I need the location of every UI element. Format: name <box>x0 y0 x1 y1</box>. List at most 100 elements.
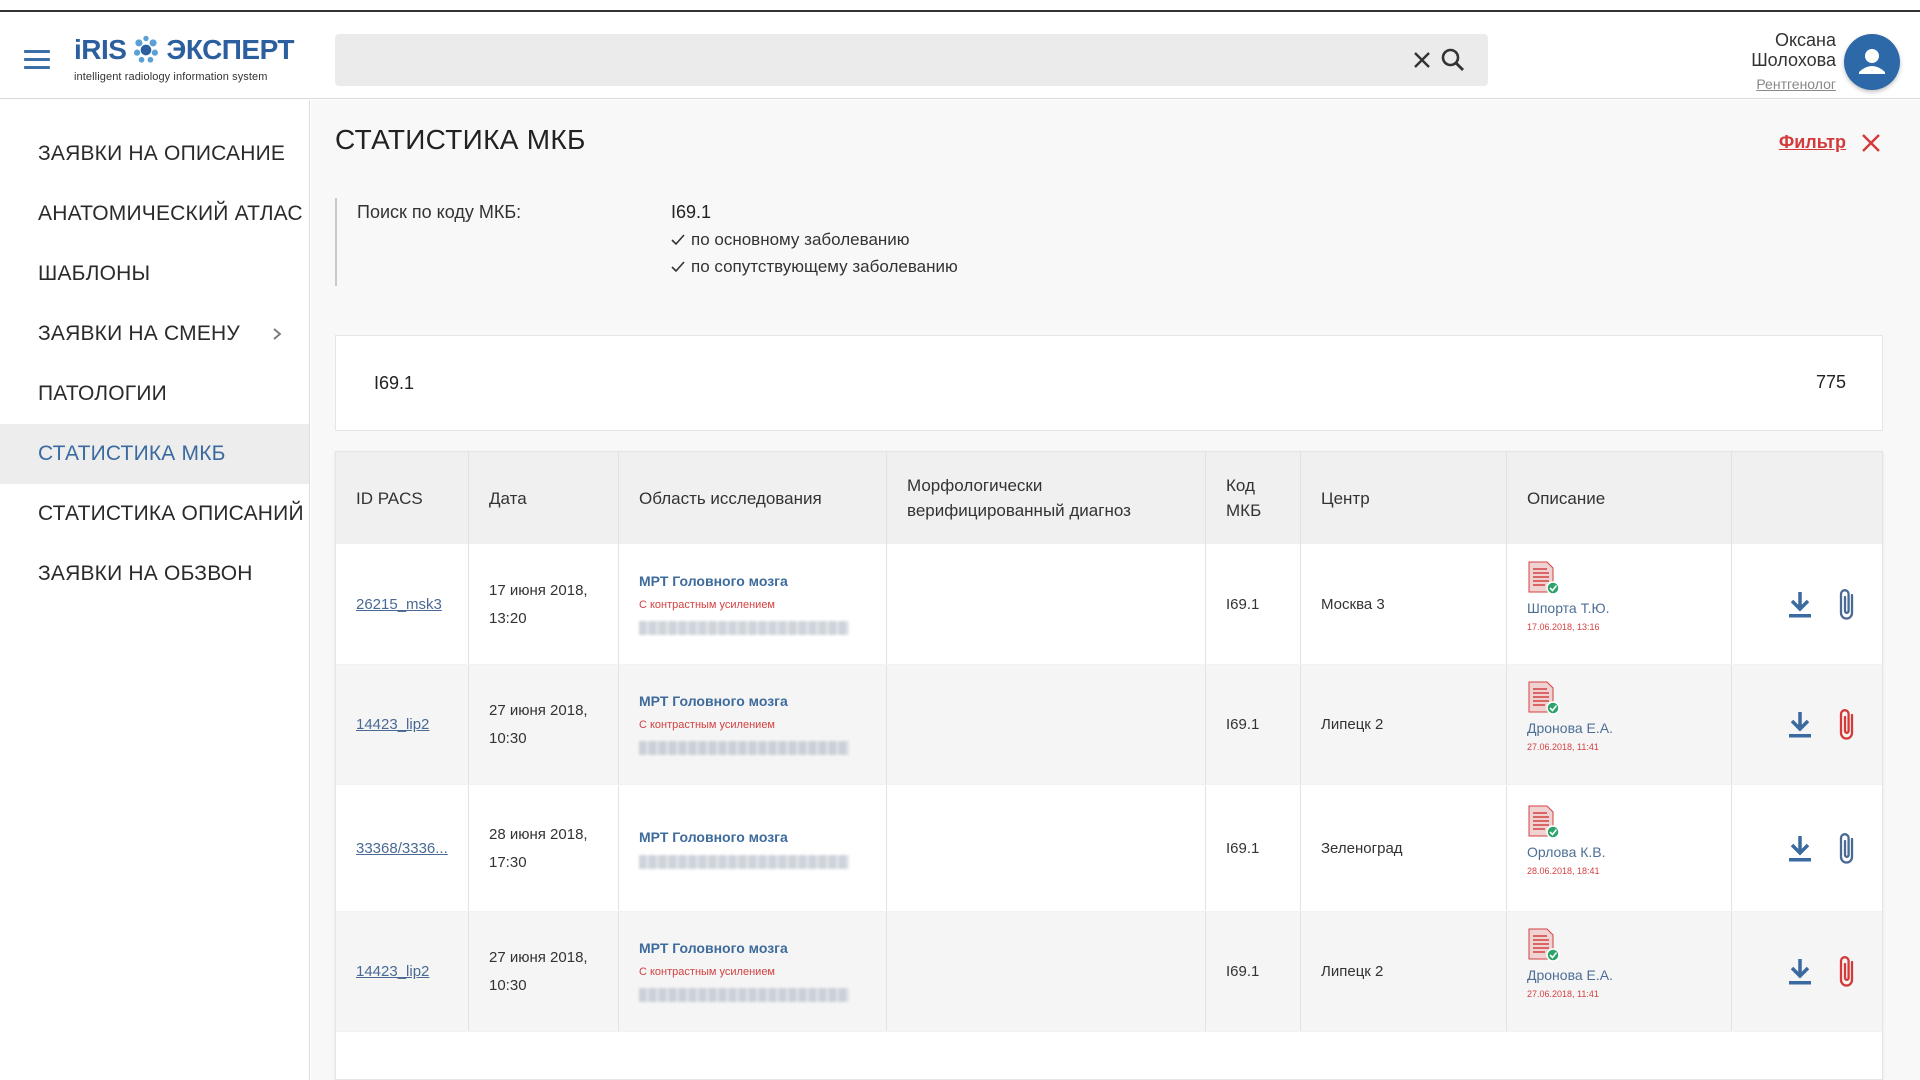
document-author: Дронова Е.А. <box>1527 720 1613 736</box>
document-icon[interactable] <box>1527 560 1560 595</box>
table-cell: 33368/3336... <box>336 785 469 911</box>
table-cell: МРТ Головного мозга С контрастным усилени… <box>619 912 887 1031</box>
criteria-option-label: по сопутствующему заболеванию <box>691 257 958 276</box>
document-icon[interactable] <box>1527 804 1560 839</box>
close-filter-icon[interactable] <box>1860 132 1882 154</box>
table-cell: 27 июня 2018, 10:30 <box>469 912 619 1031</box>
table-cell: 17 июня 2018, 13:20 <box>469 544 619 664</box>
col-center: Центр <box>1301 452 1507 544</box>
area-title[interactable]: МРТ Головного мозга <box>639 573 849 589</box>
document-icon[interactable] <box>1527 680 1560 715</box>
col-area: Область исследования <box>619 452 887 544</box>
table-cell: МРТ Головного мозга <box>619 785 887 911</box>
pacs-id-link[interactable]: 26215_msk3 <box>356 596 442 613</box>
description-cell: Шпорта Т.Ю. 17.06.2018, 13:16 <box>1527 560 1610 632</box>
center-cell: Липецк 2 <box>1321 716 1383 734</box>
sidebar-item-atlas[interactable]: АНАТОМИЧЕСКИЙ АТЛАС <box>0 184 309 244</box>
avatar[interactable] <box>1844 34 1900 90</box>
user-icon <box>1859 49 1885 74</box>
sidebar-item-label: СТАТИСТИКА МКБ <box>38 442 226 465</box>
area-title[interactable]: МРТ Головного мозга <box>639 829 849 845</box>
pacs-id-link[interactable]: 33368/3336... <box>356 840 448 857</box>
download-icon[interactable] <box>1786 957 1814 987</box>
pacs-id-cell: 14423_lip2 <box>356 963 429 981</box>
sidebar-item-label: ЗАЯВКИ НА ОПИСАНИЕ <box>38 142 286 165</box>
table-cell: Дронова Е.А. 27.06.2018, 11:41 <box>1507 912 1732 1031</box>
col-mkb: Код МКБ <box>1206 452 1301 544</box>
logo-subtitle: intelligent radiology information system <box>74 71 268 83</box>
criteria-option-label: по основному заболеванию <box>691 230 910 249</box>
download-icon[interactable] <box>1786 590 1814 620</box>
logo-iris-text: iRIS <box>74 34 127 65</box>
area-subtitle: С контрастным усилением <box>639 598 775 611</box>
search-bar <box>335 34 1488 86</box>
blurred-text <box>639 988 849 1002</box>
pacs-id-cell: 14423_lip2 <box>356 716 429 734</box>
table-row: 33368/3336... 28 июня 2018, 17:30 МРТ Голов… <box>336 785 1882 912</box>
menu-icon[interactable] <box>24 50 50 70</box>
sidebar-item-shift-requests[interactable]: ЗАЯВКИ НА СМЕНУ <box>0 304 309 364</box>
table-cell <box>887 912 1206 1031</box>
table-cell: МРТ Головного мозга С контрастным усилени… <box>619 544 887 664</box>
center-cell: Москва 3 <box>1321 596 1385 614</box>
table-cell: МРТ Головного мозга С контрастным усилени… <box>619 665 887 784</box>
date-cell: 27 июня 2018, 10:30 <box>489 697 588 753</box>
sidebar-item-mkb-stats[interactable]: СТАТИСТИКА МКБ <box>0 424 309 484</box>
mkb-code: I69.1 <box>1226 595 1260 613</box>
logo[interactable]: iRIS ЭКСПЕРТ intelligent radiology infor… <box>74 32 294 88</box>
table-cell: 27 июня 2018, 10:30 <box>469 665 619 784</box>
criteria-option-secondary: по сопутствующему заболеванию <box>671 257 958 277</box>
table-cell <box>1732 912 1882 1031</box>
col-date: Дата <box>469 452 619 544</box>
table-cell <box>887 544 1206 664</box>
check-icon <box>671 234 685 246</box>
area-cell: МРТ Головного мозга С контрастным усилени… <box>639 940 849 1002</box>
date-line: 17 июня 2018, <box>489 581 588 599</box>
description-cell: Дронова Е.А. 27.06.2018, 11:41 <box>1527 680 1613 752</box>
sidebar-item-label: ШАБЛОНЫ <box>38 262 151 285</box>
attachment-icon[interactable] <box>1834 953 1860 991</box>
area-cell: МРТ Головного мозга <box>639 829 849 869</box>
date-cell: 17 июня 2018, 13:20 <box>489 577 588 633</box>
attachment-icon[interactable] <box>1834 830 1860 868</box>
attachment-icon[interactable] <box>1834 586 1860 624</box>
search-input[interactable] <box>351 44 1391 76</box>
search-icon[interactable] <box>1440 47 1466 73</box>
time-line: 10:30 <box>489 977 527 994</box>
sidebar-item-desc-stats[interactable]: СТАТИСТИКА ОПИСАНИЙ <box>0 484 309 544</box>
mkb-code: I69.1 <box>1226 839 1260 857</box>
center-name: Липецк 2 <box>1321 963 1384 980</box>
summary-card: I69.1 775 <box>335 335 1883 431</box>
date-line: 27 июня 2018, <box>489 702 588 719</box>
area-title[interactable]: МРТ Головного мозга <box>639 693 849 709</box>
table-cell: Орлова К.В. 28.06.2018, 18:41 <box>1507 785 1732 911</box>
sidebar-item-pathologies[interactable]: ПАТОЛОГИИ <box>0 364 309 424</box>
download-icon[interactable] <box>1786 710 1814 740</box>
table-cell <box>1732 544 1882 664</box>
table-row: 26215_msk3 17 июня 2018, 13:20 МРТ Головног… <box>336 544 1882 665</box>
blurred-text <box>639 741 849 755</box>
criteria-option-main: по основному заболеванию <box>671 230 910 250</box>
user-first-name: Оксана <box>1774 30 1836 50</box>
sidebar-item-requests[interactable]: ЗАЯВКИ НА ОПИСАНИЕ <box>0 124 309 184</box>
document-date: 27.06.2018, 11:41 <box>1527 742 1599 752</box>
document-date: 28.06.2018, 18:41 <box>1527 865 1600 876</box>
attachment-icon[interactable] <box>1834 706 1860 744</box>
filter-link[interactable]: Фильтр <box>1779 132 1846 153</box>
col-morph: Морфологически верифицированный диагноз <box>887 452 1206 544</box>
document-icon[interactable] <box>1527 927 1560 962</box>
center-cell: Зеленоград <box>1321 840 1403 858</box>
table-cell: Липецк 2 <box>1301 665 1507 784</box>
user-role-link[interactable]: Рентгенолог <box>1676 76 1836 92</box>
pacs-id-link[interactable]: 14423_lip2 <box>356 963 429 980</box>
clear-icon[interactable] <box>1410 48 1434 72</box>
area-title[interactable]: МРТ Головного мозга <box>639 940 849 956</box>
table-cell <box>887 665 1206 784</box>
main-content: СТАТИСТИКА МКБ Фильтр Поиск по коду МКБ:… <box>311 100 1920 1080</box>
sidebar-item-calls[interactable]: ЗАЯВКИ НА ОБЗВОН <box>0 544 309 604</box>
sidebar-item-label: АНАТОМИЧЕСКИЙ АТЛАС <box>38 202 303 225</box>
sidebar-item-templates[interactable]: ШАБЛОНЫ <box>0 244 309 304</box>
download-icon[interactable] <box>1786 834 1814 864</box>
table-cell: 14423_lip2 <box>336 912 469 1031</box>
pacs-id-link[interactable]: 14423_lip2 <box>356 716 429 733</box>
